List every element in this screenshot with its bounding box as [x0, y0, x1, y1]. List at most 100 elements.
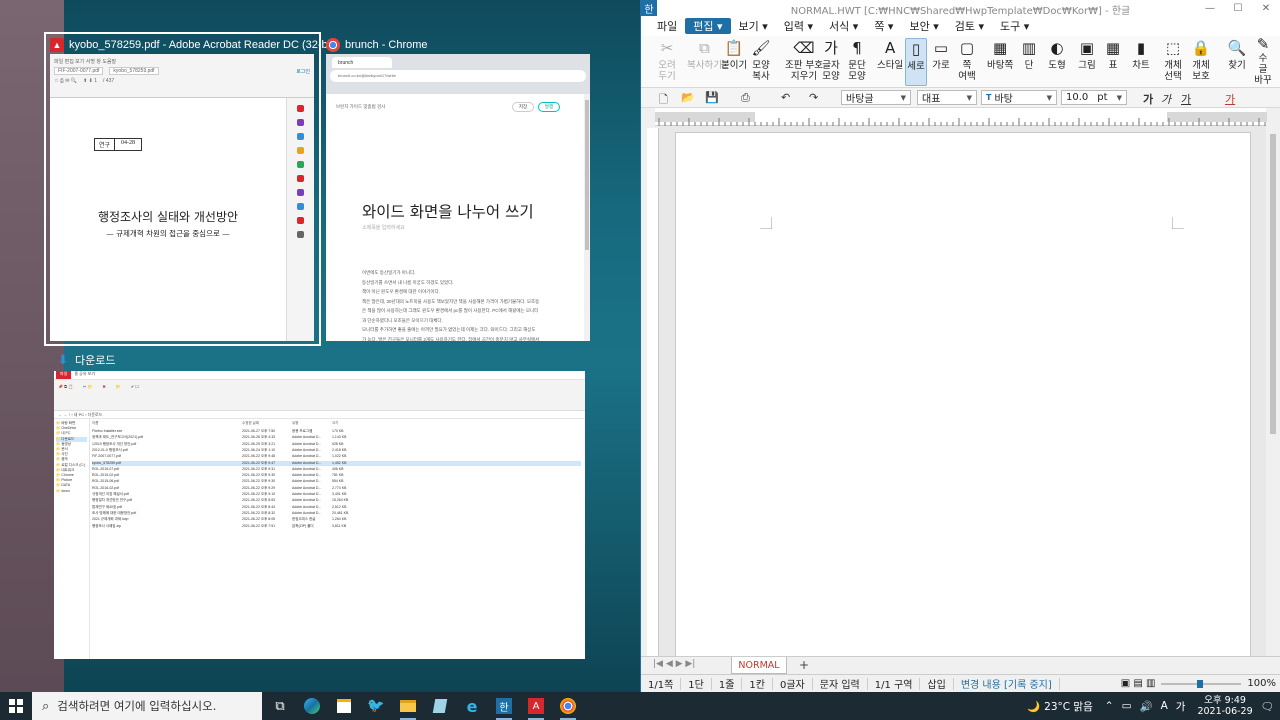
file-row[interactable]: 12019 행정조사 개선 방안.pdf 2021-06-25 오후 3:21 Ad… — [92, 442, 581, 447]
file-row[interactable]: 2021 규제개혁 과제.hwp 2021-06-22 오후 8:05 한컴오피스 … — [92, 517, 581, 522]
ribbon-button[interactable]: ⬚ 개체 선택 — [1163, 38, 1183, 86]
notification-icon[interactable]: 🗨 — [1261, 700, 1274, 713]
hwp-window[interactable]: 한 NORMAL.HWT [C:₩HNC₩Shared₩HwpTemplate₩… — [640, 0, 1280, 692]
task-view-icon[interactable]: ⧉ — [264, 692, 296, 720]
status-item[interactable]: 1칸 — [742, 677, 773, 691]
taskbar-search[interactable]: ⌕ 검색하려면 여기에 입력하십시오. — [32, 692, 262, 720]
file-row[interactable]: Firefox Installer.exe 2021-06-27 오후 7:50 응… — [92, 429, 581, 434]
status-item[interactable]: 문자 입력 — [813, 677, 868, 691]
ribbon-button[interactable]: ◐ 도형 — [1047, 38, 1067, 86]
brunch-save-button[interactable]: 저장 — [512, 102, 534, 112]
font-combo[interactable]: T 바탕 ▼ — [981, 90, 1057, 105]
menu-편집[interactable]: 편집 ▾ — [685, 18, 731, 34]
ribbon-button[interactable]: A 스타일 — [877, 38, 903, 86]
ribbon-button[interactable]: ▦ 표 — [1103, 38, 1123, 86]
file-row[interactable]: 법제연구 제40호.pdf 2021-06-22 오후 8:44 Adobe Acr… — [92, 505, 581, 510]
view-icon[interactable]: ▣ ▤ ▥ — [1121, 678, 1156, 689]
edge-icon[interactable] — [296, 692, 328, 720]
start-button[interactable] — [0, 692, 32, 720]
status-item[interactable]: 1줄 — [712, 677, 743, 691]
ribbon-button[interactable]: ⧉ 복사하기 — [687, 38, 722, 86]
bold-icon[interactable]: 가 — [1143, 91, 1153, 107]
notes-icon[interactable] — [424, 692, 456, 720]
language-combo[interactable]: 대표 ▼ — [917, 90, 977, 105]
weather-text[interactable]: 23°C 맑음 — [1044, 699, 1093, 714]
file-row[interactable]: 행정절차 개선방안 연구.pdf 2021-06-22 오후 8:53 Adobe … — [92, 498, 581, 503]
file-row[interactable]: ROL-2016-02.pdf 2021-06-22 오후 9:29 Adobe A… — [92, 486, 581, 491]
style-combo[interactable]: 바탕글 ▼ — [841, 90, 911, 105]
file-row[interactable]: 규정개선 지침 해설서.pdf 2021-06-22 오후 9:10 Adobe A… — [92, 492, 581, 497]
status-item[interactable]: 삽입 — [920, 677, 954, 691]
menu-검토[interactable]: 검토 ▾ — [947, 18, 992, 34]
file-row[interactable]: 2012-01-0 행정조사.pdf 2021-06-24 오후 1:10 Adob… — [92, 448, 581, 453]
file-row[interactable]: kyobo_578259.pdf 2021-06-22 오후 9:47 Adobe … — [92, 460, 581, 466]
ribbon-button[interactable]: ▭ 가로 — [931, 38, 951, 86]
menu-파일[interactable]: 파일 — [649, 18, 685, 34]
close-button[interactable]: ✕ — [1252, 0, 1280, 16]
clock[interactable]: 오후 9:49 2021-06-29 — [1189, 695, 1260, 717]
ribbon-button[interactable]: 🔒 개체 보호 — [1191, 38, 1211, 86]
ie-icon[interactable]: e — [456, 692, 488, 720]
ribbon-button[interactable]: ✎ 수 글 바꾸 — [1253, 37, 1273, 87]
horizontal-ruler[interactable] — [655, 108, 1267, 126]
network-icon[interactable]: ▭ — [1122, 700, 1132, 712]
status-item[interactable]: 변경 내용 [기록 중지] — [954, 677, 1060, 691]
ribbon-button[interactable]: 🖌 모양 복사 — [751, 38, 771, 86]
chevron-up-icon[interactable]: ⌃ — [1105, 700, 1114, 712]
brunch-publish-button[interactable]: 발행 — [538, 102, 560, 112]
menu-입력[interactable]: 입력 ▾ — [776, 18, 821, 34]
open-icon[interactable]: 📂 — [681, 91, 695, 104]
ribbon-button[interactable]: ▦ 바탕쪽 — [987, 38, 1013, 86]
minimize-button[interactable]: — — [1196, 0, 1224, 16]
file-row[interactable]: 정책과 제도_연구보고서(2021).pdf 2021-06-26 오후 4:33… — [92, 435, 581, 440]
ribbon-button[interactable]: ¶ 문단 모양 — [847, 38, 867, 86]
document-tab[interactable]: NORMAL — [731, 657, 787, 674]
ribbon-button[interactable]: ▢ 쪽 여백 — [957, 38, 977, 86]
ime-lang[interactable]: A — [1161, 700, 1168, 712]
ribbon-button[interactable]: ▮ 차트 — [1131, 38, 1151, 86]
font-color-icon[interactable]: 가 — [1225, 91, 1235, 107]
hwp-taskbar-icon[interactable]: 한 — [488, 692, 520, 720]
print-icon[interactable]: ⎙ — [741, 91, 750, 105]
vertical-scrollbar[interactable] — [1268, 126, 1278, 656]
add-tab-button[interactable]: + — [799, 658, 809, 672]
file-row[interactable]: 조사 방해에 대한 대응방안.pdf 2021-06-22 오후 8:32 Adob… — [92, 511, 581, 516]
file-row[interactable]: ROL-2015-07.pdf 2021-06-22 오후 9:31 Adobe A… — [92, 467, 581, 472]
zoom-slider[interactable] — [1161, 679, 1242, 689]
store-icon[interactable] — [328, 692, 360, 720]
menu-쪽[interactable]: 쪽 ▾ — [866, 18, 901, 34]
ribbon-button[interactable]: 🔍 찾기 — [1227, 38, 1247, 86]
font-size-combo[interactable]: 10.0 pt ▼ — [1061, 90, 1127, 105]
ribbon-button[interactable]: ▣ 그림 — [1077, 38, 1097, 86]
italic-icon[interactable]: 가 — [1161, 91, 1171, 107]
status-item[interactable]: 1단 — [681, 677, 712, 691]
app-icon[interactable]: 🐦 — [360, 692, 392, 720]
menu-서식[interactable]: 서식 ▾ — [821, 18, 866, 34]
file-explorer-icon[interactable] — [392, 692, 424, 720]
maximize-button[interactable]: ☐ — [1224, 0, 1252, 16]
zoom-level[interactable]: 100% — [1247, 678, 1276, 689]
file-row[interactable]: ROL-2015-06.pdf 2021-06-22 오후 9:30 Adobe A… — [92, 479, 581, 484]
underline-icon[interactable]: 가 — [1181, 91, 1191, 107]
ribbon-button[interactable]: 가 글자 모양 — [821, 38, 841, 86]
file-row[interactable]: ROL-2015-02.pdf 2021-06-22 오후 9:30 Adobe A… — [92, 473, 581, 478]
menu-보안[interactable]: 보안 ▾ — [901, 18, 946, 34]
document-page[interactable] — [675, 132, 1251, 656]
snap-thumb-chrome[interactable]: brunch - Chrome brunch brunch.co.kr/@kim… — [322, 32, 596, 342]
status-item[interactable]: 1/1 구역 — [868, 677, 921, 691]
acrobat-taskbar-icon[interactable]: A — [520, 692, 552, 720]
ribbon-button[interactable]: ▯ 세로 — [905, 38, 927, 86]
vertical-ruler[interactable] — [647, 128, 659, 658]
volume-icon[interactable]: 🔊 — [1140, 700, 1153, 713]
nav-tree-item[interactable]: 📁 down — [56, 489, 87, 494]
file-row[interactable]: 행정조사 사례집.zip 2021-06-22 오후 7:51 압축(ZIP) 폴더… — [92, 524, 581, 529]
chrome-taskbar-icon[interactable] — [552, 692, 584, 720]
save-icon[interactable]: 💾 — [705, 91, 719, 104]
snap-thumb-explorer[interactable]: ⬇ 다운로드 파일 홈 공유 보기 📌 ⧉ 📋 ✂ 📁 ✖ 📁 ✔ ☐ ← → ↑ › 내… — [52, 350, 588, 662]
ribbon-button[interactable]: ▥ 단 — [1019, 38, 1039, 86]
menu-보기[interactable]: 보기 ▾ — [731, 18, 776, 34]
redo-icon[interactable]: ↷ — [809, 91, 818, 104]
undo-icon[interactable]: ↶ — [781, 91, 790, 104]
status-item[interactable]: 1/1쪽 — [641, 677, 682, 691]
ribbon-button[interactable]: ⌫ 조판 부호 지우기 — [785, 38, 823, 86]
